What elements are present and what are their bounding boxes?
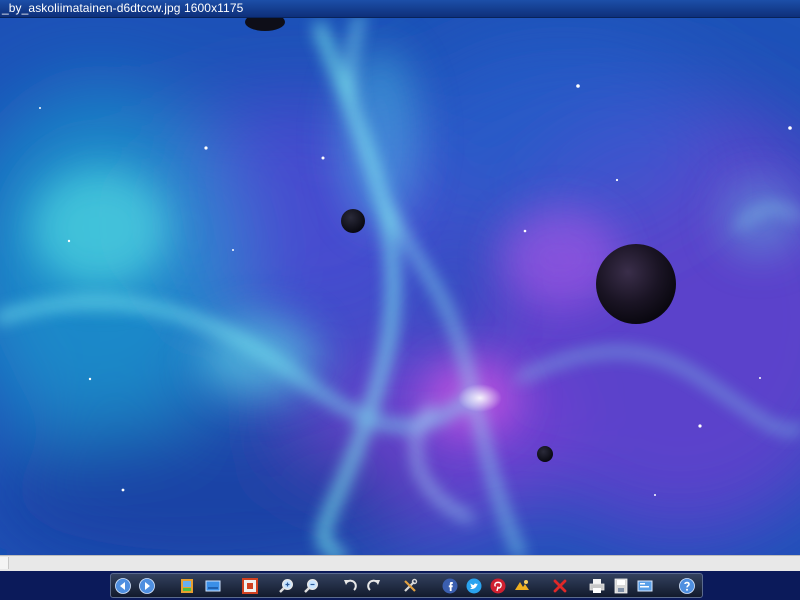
zoom-out-icon <box>304 578 319 593</box>
arrow-left-icon <box>115 578 131 594</box>
rotate-left-button[interactable] <box>341 577 359 595</box>
print-icon <box>589 579 605 593</box>
delete-button[interactable] <box>551 577 569 595</box>
tools-icon <box>404 578 418 592</box>
next-button[interactable] <box>138 577 156 595</box>
help-button[interactable] <box>678 577 696 595</box>
arrow-right-icon <box>139 578 155 594</box>
save-icon <box>614 578 628 594</box>
image-toolbar <box>110 573 703 598</box>
bottom-bar <box>0 571 800 600</box>
help-icon <box>679 578 695 594</box>
image-viewport[interactable] <box>0 18 800 555</box>
effects-button[interactable] <box>513 577 531 595</box>
space-nebula-image <box>0 18 800 555</box>
fit-to-window-button[interactable] <box>241 577 259 595</box>
window-title: _by_askoliimatainen-d6dtccw.jpg 1600x117… <box>2 1 244 15</box>
title-bar: _by_askoliimatainen-d6dtccw.jpg 1600x117… <box>0 0 800 18</box>
scroll-left-button[interactable] <box>0 557 9 569</box>
effects-icon <box>515 580 529 590</box>
rotate-left-icon <box>344 579 357 591</box>
print-button[interactable] <box>588 577 606 595</box>
facebook-icon <box>442 578 458 594</box>
save-button[interactable] <box>612 577 630 595</box>
zoom-out-button[interactable] <box>302 577 320 595</box>
slideshow-button[interactable] <box>178 577 196 595</box>
wallpaper-icon <box>205 580 221 592</box>
share-pinterest-button[interactable] <box>489 577 507 595</box>
fit-window-icon <box>242 578 258 594</box>
set-wallpaper-button[interactable] <box>204 577 222 595</box>
show-info-button[interactable] <box>636 577 654 595</box>
zoom-in-button[interactable] <box>277 577 295 595</box>
rotate-right-icon <box>367 579 380 591</box>
previous-button[interactable] <box>114 577 132 595</box>
horizontal-scrollbar[interactable] <box>0 555 800 571</box>
rotate-right-button[interactable] <box>365 577 383 595</box>
slideshow-icon <box>181 579 193 593</box>
delete-icon <box>553 579 567 593</box>
zoom-in-icon <box>279 578 294 593</box>
twitter-icon <box>466 578 482 594</box>
share-twitter-button[interactable] <box>465 577 483 595</box>
info-panel-icon <box>637 580 653 592</box>
share-facebook-button[interactable] <box>441 577 459 595</box>
pinterest-icon <box>490 578 506 594</box>
tools-button[interactable] <box>401 577 419 595</box>
